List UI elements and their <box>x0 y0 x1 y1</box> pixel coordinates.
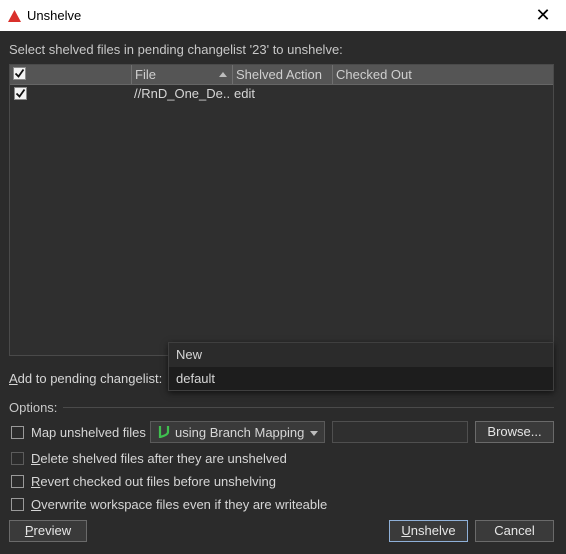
table-header: File Shelved Action Checked Out <box>10 65 553 85</box>
chevron-down-icon <box>310 431 318 436</box>
dropdown-option-new[interactable]: New <box>169 343 553 366</box>
window-title: Unshelve <box>27 8 82 23</box>
options-group-label: Options: <box>9 400 58 415</box>
close-icon: ✕ <box>535 5 551 25</box>
column-header-label: Checked Out <box>336 67 412 82</box>
preview-button[interactable]: Preview <box>9 520 87 542</box>
browse-button[interactable]: Browse... <box>475 421 554 443</box>
close-button[interactable]: ✕ <box>520 0 566 31</box>
unshelve-button[interactable]: Unshelve <box>389 520 468 542</box>
mnemonic: U <box>401 523 411 538</box>
button-label: review <box>33 523 72 538</box>
column-header-label: File <box>135 67 156 82</box>
dropdown-option-default[interactable]: default <box>169 367 553 390</box>
branch-mapping-field[interactable] <box>332 421 468 443</box>
label-text: dd to pending changelist: <box>17 371 163 386</box>
instruction-text: Select shelved files in pending changeli… <box>9 42 343 57</box>
changelist-dropdown-list[interactable]: New default <box>168 342 554 391</box>
shelved-files-table: File Shelved Action Checked Out //RnD_On… <box>9 64 554 356</box>
column-header-label: Shelved Action <box>236 67 323 82</box>
overwrite-label: Overwrite workspace files even if they a… <box>31 497 327 512</box>
select-all-checkbox[interactable] <box>13 67 26 80</box>
branch-mapping-icon <box>158 426 170 439</box>
delete-after-checkbox[interactable] <box>11 452 24 465</box>
overwrite-checkbox[interactable] <box>11 498 24 511</box>
label-text: verwrite workspace files even if they ar… <box>41 497 328 512</box>
options-divider <box>63 407 554 408</box>
app-logo-icon <box>8 9 21 22</box>
revert-before-label: Revert checked out files before unshelvi… <box>31 474 276 489</box>
table-row[interactable]: //RnD_One_De... edit <box>10 85 553 103</box>
mnemonic: D <box>31 451 41 466</box>
action-cell: edit <box>234 86 255 101</box>
column-header-file[interactable]: File <box>131 65 232 84</box>
file-cell: //RnD_One_De... <box>134 86 230 101</box>
title-bar: Unshelve ✕ <box>0 0 566 31</box>
checkmark-icon <box>15 88 26 98</box>
cancel-button[interactable]: Cancel <box>475 520 554 542</box>
button-label: nshelve <box>410 523 456 538</box>
add-to-changelist-label: Add to pending changelist: <box>9 371 162 386</box>
row-checkbox[interactable] <box>14 87 27 100</box>
header-select-all-cell <box>10 65 131 84</box>
mapping-select[interactable]: using Branch Mapping <box>150 421 325 443</box>
mnemonic: R <box>31 474 41 489</box>
mnemonic: P <box>24 523 34 538</box>
revert-before-checkbox[interactable] <box>11 475 24 488</box>
label-text: elete shelved files after they are unshe… <box>40 451 287 466</box>
sort-ascending-icon <box>219 72 227 77</box>
mnemonic: A <box>9 371 18 386</box>
mapping-select-value: using Branch Mapping <box>175 425 305 440</box>
column-header-shelved-action[interactable]: Shelved Action <box>232 65 332 84</box>
checked-out-cell <box>335 85 535 103</box>
delete-after-label: Delete shelved files after they are unsh… <box>31 451 287 466</box>
column-header-checked-out[interactable]: Checked Out <box>332 65 553 84</box>
mnemonic: O <box>31 497 42 512</box>
checkmark-icon <box>14 68 25 78</box>
map-unshelved-label: Map unshelved files <box>31 425 146 440</box>
label-text: evert checked out files before unshelvin… <box>40 474 276 489</box>
map-unshelved-checkbox[interactable] <box>11 426 24 439</box>
